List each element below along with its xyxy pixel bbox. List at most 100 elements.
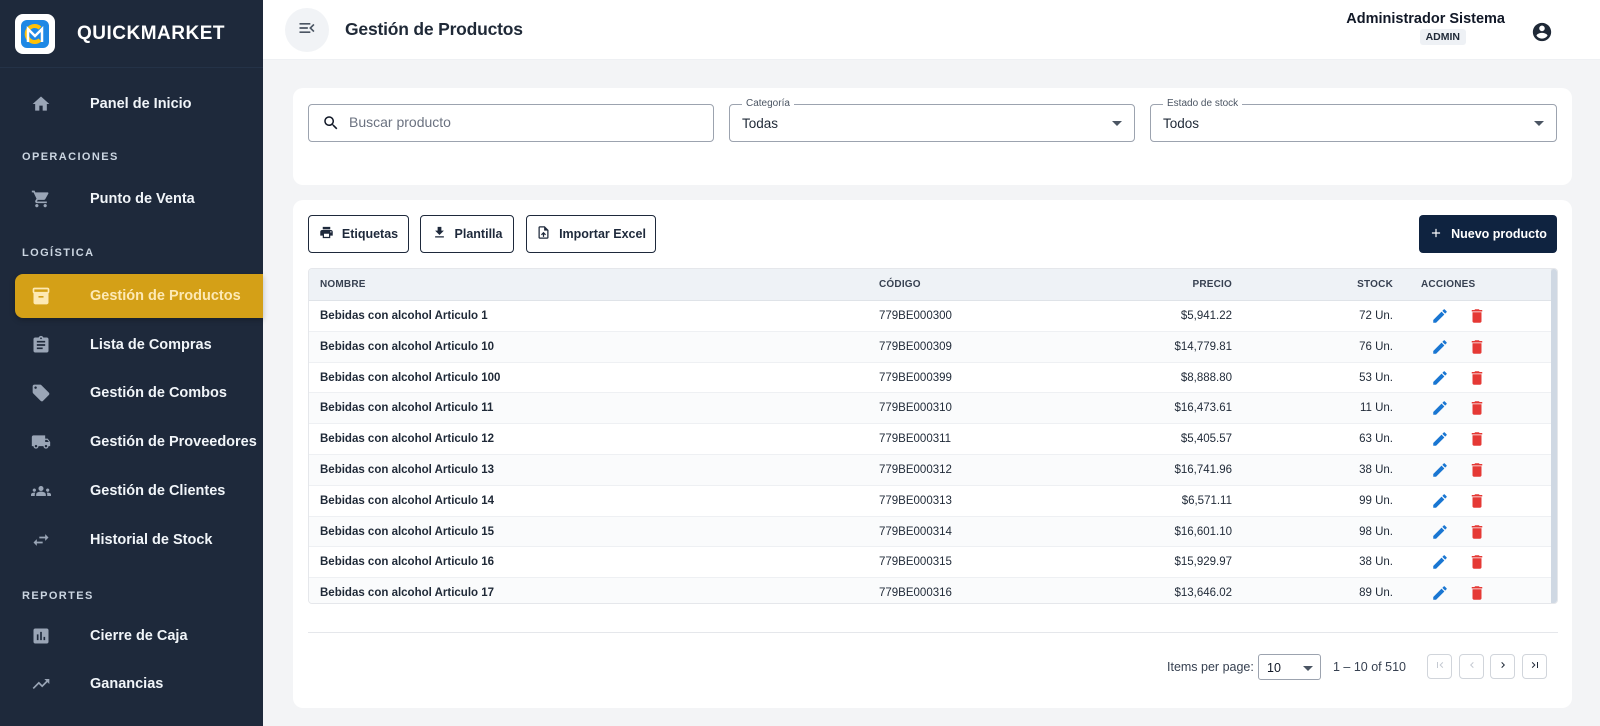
search-field[interactable]: [308, 104, 714, 142]
search-input[interactable]: [349, 114, 689, 130]
table-row[interactable]: Bebidas con alcohol Articulo 11 779BE0003…: [309, 393, 1557, 425]
product-name: Bebidas con alcohol Articulo 10: [320, 340, 495, 353]
edit-icon[interactable]: [1431, 584, 1449, 602]
column-header-price[interactable]: PRECIO: [1192, 279, 1232, 290]
product-code: 779BE000309: [879, 340, 952, 353]
delete-icon[interactable]: [1468, 584, 1486, 602]
first-page-button[interactable]: [1427, 654, 1452, 679]
product-code: 779BE000314: [879, 525, 952, 538]
sidebar-item-punto-venta[interactable]: Punto de Venta: [15, 177, 263, 221]
edit-icon[interactable]: [1431, 553, 1449, 571]
role-badge: ADMIN: [1419, 29, 1466, 45]
user-name: Administrador Sistema: [1346, 11, 1505, 27]
new-product-label: Nuevo producto: [1451, 227, 1547, 241]
import-excel-button[interactable]: Importar Excel: [526, 215, 656, 253]
table-row[interactable]: Bebidas con alcohol Articulo 13 779BE0003…: [309, 454, 1557, 486]
table-row[interactable]: Bebidas con alcohol Articulo 17 779BE0003…: [309, 578, 1557, 603]
sidebar-item-label: Punto de Venta: [90, 191, 195, 207]
table-row[interactable]: Bebidas con alcohol Articulo 14 779BE0003…: [309, 486, 1557, 517]
sidebar-item-historial-stock[interactable]: Historial de Stock: [15, 518, 263, 562]
brand-logo-icon: [15, 13, 55, 54]
edit-icon[interactable]: [1431, 399, 1449, 417]
column-header-stock[interactable]: STOCK: [1357, 279, 1393, 290]
edit-icon[interactable]: [1431, 430, 1449, 448]
category-select[interactable]: Categoría Todas: [729, 98, 1135, 142]
sidebar-item-gestion-clientes[interactable]: Gestión de Clientes: [15, 469, 263, 513]
cart-icon: [30, 188, 52, 210]
stock-status-value: Todos: [1163, 116, 1200, 131]
account-circle-icon[interactable]: [1531, 21, 1553, 43]
file-upload-icon: [536, 225, 551, 243]
product-price: $6,571.11: [1181, 494, 1232, 507]
table-body: Bebidas con alcohol Articulo 1 779BE00030…: [309, 301, 1557, 603]
table-row[interactable]: Bebidas con alcohol Articulo 10 779BE0003…: [309, 331, 1557, 363]
next-page-button[interactable]: [1490, 654, 1515, 679]
product-code: 779BE000316: [879, 587, 952, 600]
delete-icon[interactable]: [1468, 523, 1486, 541]
edit-icon[interactable]: [1431, 369, 1449, 387]
chevron-right-icon: [1497, 658, 1509, 676]
edit-icon[interactable]: [1431, 492, 1449, 510]
pagination-range: 1 – 10 of 510: [1333, 660, 1406, 674]
edit-icon[interactable]: [1431, 523, 1449, 541]
delete-icon[interactable]: [1468, 369, 1486, 387]
sidebar-item-gestion-productos[interactable]: Gestión de Productos: [15, 274, 263, 318]
product-stock: 76 Un.: [1359, 340, 1393, 353]
sidebar-item-label: Gestión de Combos: [90, 385, 227, 401]
table-scrollbar[interactable]: [1551, 269, 1557, 603]
product-stock: 63 Un.: [1359, 433, 1393, 446]
edit-icon[interactable]: [1431, 338, 1449, 356]
product-name: Bebidas con alcohol Articulo 12: [320, 433, 495, 446]
download-icon: [432, 225, 447, 243]
product-name: Bebidas con alcohol Articulo 17: [320, 587, 495, 600]
print-labels-button[interactable]: Etiquetas: [308, 215, 409, 253]
menu-toggle-button[interactable]: [285, 8, 329, 52]
print-labels-label: Etiquetas: [341, 227, 399, 241]
table-row[interactable]: Bebidas con alcohol Articulo 12 779BE0003…: [309, 424, 1557, 455]
sidebar-item-gestion-proveedores[interactable]: Gestión de Proveedores: [15, 420, 263, 464]
sidebar-item-cierre-caja[interactable]: Cierre de Caja: [15, 614, 263, 658]
product-stock: 89 Un.: [1359, 587, 1393, 600]
product-stock: 72 Un.: [1359, 310, 1393, 322]
filters-card: Categoría Todas Estado de stock Todos: [293, 88, 1572, 185]
delete-icon[interactable]: [1468, 461, 1486, 479]
last-page-button[interactable]: [1522, 654, 1547, 679]
delete-icon[interactable]: [1468, 430, 1486, 448]
new-product-button[interactable]: Nuevo producto: [1419, 215, 1557, 253]
stock-status-label: Estado de stock: [1163, 98, 1243, 109]
sidebar-item-gestion-combos[interactable]: Gestión de Combos: [15, 371, 263, 415]
items-per-page-select[interactable]: 10: [1258, 654, 1321, 680]
delete-icon[interactable]: [1468, 492, 1486, 510]
table-row[interactable]: Bebidas con alcohol Articulo 100 779BE000…: [309, 363, 1557, 394]
swap-icon: [30, 529, 52, 551]
table-row[interactable]: Bebidas con alcohol Articulo 1 779BE00030…: [309, 301, 1557, 332]
delete-icon[interactable]: [1468, 553, 1486, 571]
product-price: $15,929.97: [1174, 556, 1232, 569]
delete-icon[interactable]: [1468, 307, 1486, 325]
truck-icon: [30, 431, 52, 453]
table-row[interactable]: Bebidas con alcohol Articulo 16 779BE0003…: [309, 547, 1557, 579]
delete-icon[interactable]: [1468, 399, 1486, 417]
sidebar: QUICKMARKET Panel de Inicio OPERACIONES …: [0, 0, 263, 726]
brand-name: QUICKMARKET: [77, 22, 225, 44]
previous-page-button[interactable]: [1459, 654, 1484, 679]
download-template-button[interactable]: Plantilla: [420, 215, 514, 253]
plus-icon: [1429, 226, 1443, 243]
last-page-icon: [1529, 658, 1541, 676]
edit-icon[interactable]: [1431, 461, 1449, 479]
stock-status-select[interactable]: Estado de stock Todos: [1150, 98, 1557, 142]
sidebar-item-lista-compras[interactable]: Lista de Compras: [15, 323, 263, 367]
sidebar-item-panel-inicio[interactable]: Panel de Inicio: [15, 82, 263, 126]
column-header-code[interactable]: CÓDIGO: [879, 279, 921, 290]
product-code: 779BE000399: [879, 371, 952, 384]
items-per-page-label: Items per page:: [1167, 660, 1254, 674]
edit-icon[interactable]: [1431, 307, 1449, 325]
product-name: Bebidas con alcohol Articulo 13: [320, 463, 495, 476]
product-code: 779BE000310: [879, 402, 952, 415]
search-icon: [322, 114, 340, 137]
sidebar-item-ganancias[interactable]: Ganancias: [15, 662, 263, 706]
delete-icon[interactable]: [1468, 338, 1486, 356]
column-header-name[interactable]: NOMBRE: [320, 279, 366, 290]
product-price: $16,601.10: [1174, 525, 1232, 538]
table-row[interactable]: Bebidas con alcohol Articulo 15 779BE0003…: [309, 516, 1557, 548]
